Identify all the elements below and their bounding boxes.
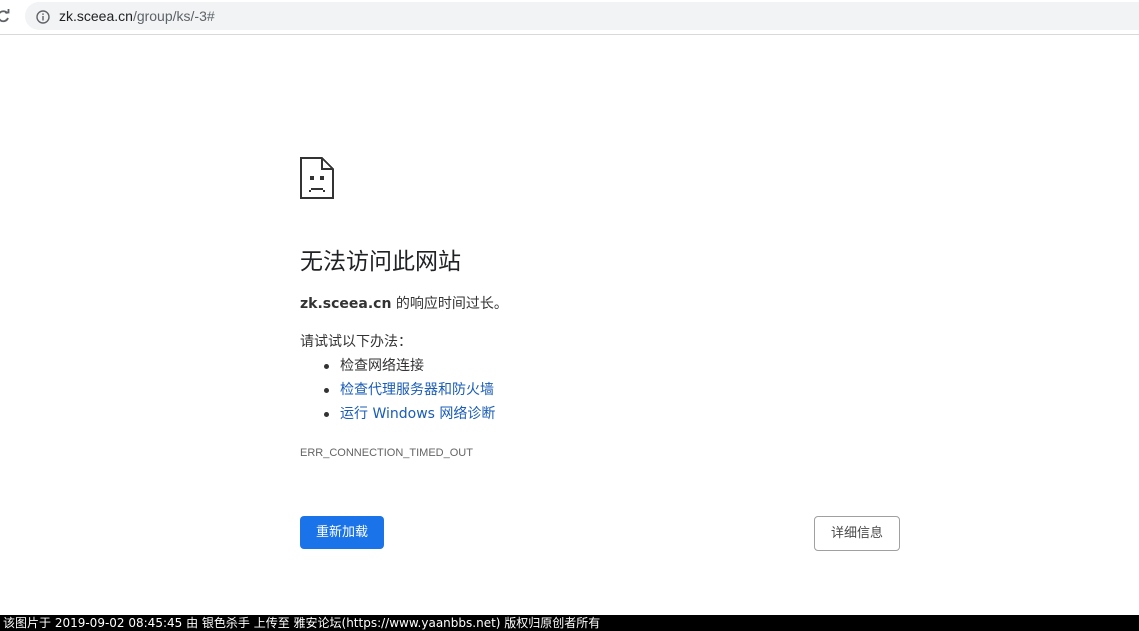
- suggestion-network-diagnostics-link[interactable]: 运行 Windows 网络诊断: [340, 406, 495, 422]
- bullet-icon: [324, 412, 329, 417]
- bullet-icon: [324, 388, 329, 393]
- url-path: /group/ks/-3#: [132, 8, 215, 24]
- bullet-icon: [324, 364, 329, 369]
- details-button[interactable]: 详细信息: [814, 516, 900, 551]
- address-bar[interactable]: zk.sceea.cn/group/ks/-3#: [25, 2, 1139, 30]
- error-description: zk.sceea.cn 的响应时间过长。: [300, 294, 508, 314]
- watermark-banner: 该图片于 2019-09-02 08:45:45 由 银色杀手 上传至 雅安论坛…: [0, 615, 1139, 631]
- reload-icon[interactable]: [0, 8, 10, 24]
- suggestion-item: 运行 Windows 网络诊断: [300, 404, 495, 428]
- reload-button[interactable]: 重新加载: [300, 516, 384, 549]
- suggestion-item: 检查网络连接: [300, 356, 495, 380]
- error-title: 无法访问此网站: [300, 249, 461, 275]
- info-icon[interactable]: [36, 9, 50, 24]
- suggestion-check-proxy-link[interactable]: 检查代理服务器和防火墙: [340, 382, 494, 398]
- suggestion-check-network: 检查网络连接: [340, 358, 424, 374]
- url-host: zk.sceea.cn: [59, 8, 133, 24]
- sad-page-icon: [300, 157, 334, 199]
- error-code: ERR_CONNECTION_TIMED_OUT: [300, 447, 473, 459]
- url-text[interactable]: zk.sceea.cn/group/ks/-3#: [59, 8, 215, 24]
- suggestion-item: 检查代理服务器和防火墙: [300, 380, 495, 404]
- error-host: zk.sceea.cn: [300, 296, 392, 312]
- suggestions-heading: 请试试以下办法：: [300, 334, 412, 350]
- suggestions-list: 检查网络连接 检查代理服务器和防火墙 运行 Windows 网络诊断: [300, 356, 495, 428]
- error-description-text: 的响应时间过长。: [391, 296, 508, 312]
- browser-toolbar: zk.sceea.cn/group/ks/-3#: [0, 0, 1139, 35]
